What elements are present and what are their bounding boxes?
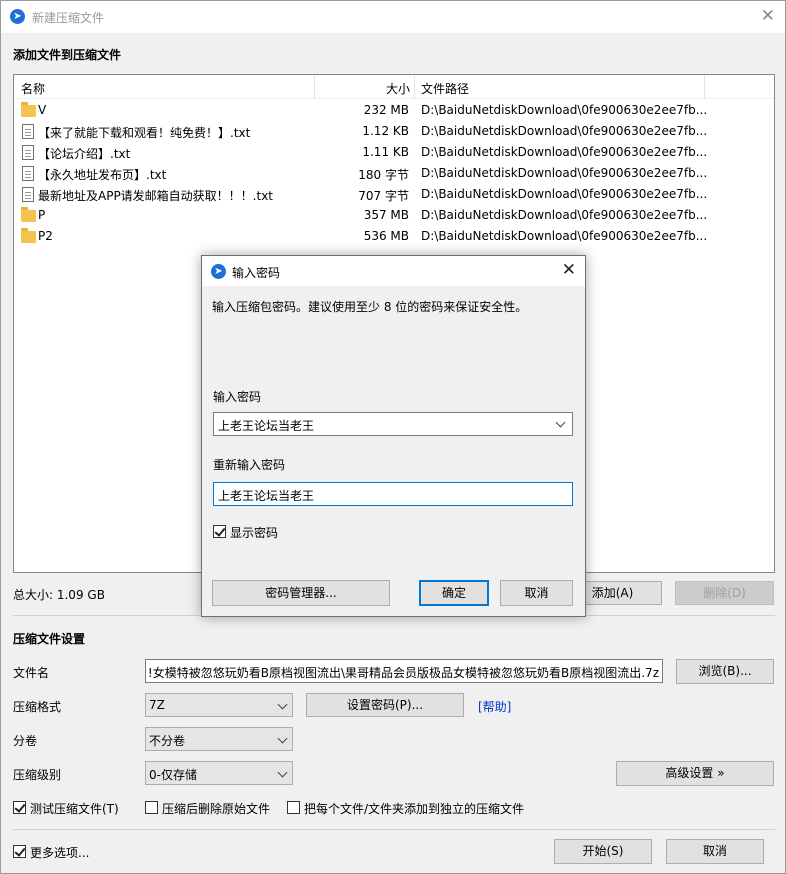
file-row[interactable]: P2 536 MB D:\BaiduNetdiskDownload\0fe90063… bbox=[14, 226, 774, 247]
file-name: P2 bbox=[38, 229, 53, 243]
test-archive-checkbox[interactable] bbox=[13, 801, 26, 814]
file-path: D:\BaiduNetdiskDownload\0fe900630e2ee7fb… bbox=[421, 208, 708, 222]
folder-icon bbox=[21, 207, 36, 222]
file-icon bbox=[22, 187, 34, 202]
app-icon: ➤ bbox=[10, 9, 25, 24]
total-size: 总大小: 1.09 GB bbox=[13, 588, 105, 602]
filename-label: 文件名 bbox=[13, 666, 50, 680]
window-title: 新建压缩文件 bbox=[32, 11, 105, 25]
app-icon: ➤ bbox=[211, 264, 226, 279]
file-row[interactable]: 【论坛介绍】.txt 1.11 KB D:\BaiduNetdiskDownload… bbox=[14, 142, 774, 163]
folder-icon bbox=[21, 102, 36, 117]
volume-select[interactable]: 不分卷 bbox=[145, 727, 293, 751]
file-path: D:\BaiduNetdiskDownload\0fe900630e2ee7fb… bbox=[421, 229, 708, 243]
browse-button[interactable]: 浏览(B)... bbox=[676, 659, 774, 684]
file-size: 357 MB bbox=[363, 208, 409, 222]
password-value: 上老王论坛当老王 bbox=[218, 419, 315, 433]
file-size: 707 字节 bbox=[358, 189, 409, 203]
file-icon bbox=[22, 166, 34, 181]
filename-input[interactable]: !女模特被忽悠玩奶看B原档视图流出\果哥精品会员版极品女模特被忽悠玩奶看B原档视… bbox=[145, 659, 663, 683]
file-name: V bbox=[38, 103, 47, 117]
file-size: 1.12 KB bbox=[362, 124, 409, 138]
show-password-checkbox[interactable] bbox=[213, 525, 226, 538]
volume-label: 分卷 bbox=[13, 734, 38, 748]
file-size: 232 MB bbox=[363, 103, 409, 117]
chevron-down-icon bbox=[277, 699, 288, 710]
close-icon[interactable]: ✕ bbox=[562, 260, 576, 280]
level-value: 0-仅存储 bbox=[149, 768, 197, 782]
advanced-settings-button[interactable]: 高级设置 » bbox=[616, 761, 774, 786]
add-section-title: 添加文件到压缩文件 bbox=[13, 48, 122, 62]
test-archive-label[interactable]: 测试压缩文件(T) bbox=[30, 800, 119, 817]
delete-button[interactable]: 删除(D) bbox=[675, 581, 774, 605]
file-size: 536 MB bbox=[363, 229, 409, 243]
file-name: 【论坛介绍】.txt bbox=[38, 147, 131, 161]
title-bar: ➤ 新建压缩文件 ✕ bbox=[1, 1, 785, 33]
file-icon bbox=[22, 124, 34, 139]
file-row[interactable]: 【永久地址发布页】.txt 180 字节 D:\BaiduNetdiskDownlo… bbox=[14, 163, 774, 184]
folder-icon bbox=[21, 228, 36, 243]
close-icon[interactable]: ✕ bbox=[761, 6, 775, 26]
file-size: 1.11 KB bbox=[362, 145, 409, 159]
reenter-password-input[interactable]: 上老王论坛当老王 bbox=[213, 482, 573, 506]
volume-value: 不分卷 bbox=[149, 734, 186, 748]
file-size: 180 字节 bbox=[358, 168, 409, 182]
file-name: 最新地址及APP请发邮箱自动获取！！！.txt bbox=[38, 189, 274, 203]
dialog-body: 输入密码 上老王论坛当老王 重新输入密码 上老王论坛当老王 显示密码 密码管理器… bbox=[202, 374, 585, 616]
column-header-name[interactable]: 名称 bbox=[21, 80, 45, 97]
level-select[interactable]: 0-仅存储 bbox=[145, 761, 293, 785]
file-icon bbox=[22, 145, 34, 160]
format-value: 7Z bbox=[149, 698, 165, 712]
level-label: 压缩级别 bbox=[13, 768, 62, 782]
password-combo[interactable]: 上老王论坛当老王 bbox=[213, 412, 573, 436]
file-name: 【来了就能下载和观看！纯免费！】.txt bbox=[38, 126, 251, 140]
format-label: 压缩格式 bbox=[13, 700, 62, 714]
more-options-checkbox[interactable] bbox=[13, 845, 26, 858]
chevron-down-icon[interactable] bbox=[555, 417, 566, 428]
column-header-path[interactable]: 文件路径 bbox=[421, 80, 469, 97]
file-path: D:\BaiduNetdiskDownload\0fe900630e2ee7fb… bbox=[421, 145, 708, 159]
file-path: D:\BaiduNetdiskDownload\0fe900630e2ee7fb… bbox=[421, 103, 708, 117]
format-select[interactable]: 7Z bbox=[145, 693, 293, 717]
password-manager-button[interactable]: 密码管理器... bbox=[212, 580, 390, 606]
file-row[interactable]: 最新地址及APP请发邮箱自动获取！！！.txt 707 字节 D:\BaiduNet… bbox=[14, 184, 774, 205]
password-dialog: ➤ 输入密码 ✕ 输入压缩包密码。建议使用至少 8 位的密码来保证安全性。 输入… bbox=[201, 255, 586, 617]
delete-after-checkbox[interactable] bbox=[145, 801, 158, 814]
file-path: D:\BaiduNetdiskDownload\0fe900630e2ee7fb… bbox=[421, 166, 708, 180]
separate-archives-label[interactable]: 把每个文件/文件夹添加到独立的压缩文件 bbox=[304, 800, 524, 817]
reenter-password-value: 上老王论坛当老王 bbox=[218, 489, 315, 503]
start-button[interactable]: 开始(S) bbox=[554, 839, 652, 864]
file-row[interactable]: P 357 MB D:\BaiduNetdiskDownload\0fe900630… bbox=[14, 205, 774, 226]
file-name: 【永久地址发布页】.txt bbox=[38, 168, 167, 182]
file-row[interactable]: V 232 MB D:\BaiduNetdiskDownload\0fe900630… bbox=[14, 100, 774, 121]
more-options-label[interactable]: 更多选项... bbox=[30, 844, 89, 861]
cancel-button[interactable]: 取消 bbox=[666, 839, 764, 864]
divider bbox=[13, 829, 775, 830]
reenter-password-label: 重新输入密码 bbox=[213, 458, 286, 472]
file-path: D:\BaiduNetdiskDownload\0fe900630e2ee7fb… bbox=[421, 124, 708, 138]
password-label: 输入密码 bbox=[213, 390, 262, 404]
file-list-header: 名称 大小 文件路径 bbox=[14, 75, 774, 99]
chevron-down-icon bbox=[277, 767, 288, 778]
dialog-cancel-button[interactable]: 取消 bbox=[500, 580, 573, 606]
ok-button[interactable]: 确定 bbox=[419, 580, 489, 606]
show-password-label[interactable]: 显示密码 bbox=[230, 524, 278, 541]
chevron-down-icon bbox=[277, 733, 288, 744]
dialog-title-bar: ➤ 输入密码 ✕ bbox=[202, 256, 585, 286]
separate-archives-checkbox[interactable] bbox=[287, 801, 300, 814]
column-header-size[interactable]: 大小 bbox=[386, 80, 410, 97]
filename-value: !女模特被忽悠玩奶看B原档视图流出\果哥精品会员版极品女模特被忽悠玩奶看B原档视… bbox=[147, 666, 659, 680]
dialog-description-area: 输入压缩包密码。建议使用至少 8 位的密码来保证安全性。 bbox=[202, 286, 585, 374]
settings-title: 压缩文件设置 bbox=[13, 632, 86, 646]
set-password-button[interactable]: 设置密码(P)... bbox=[306, 693, 464, 717]
dialog-title: 输入密码 bbox=[232, 266, 281, 280]
dialog-description: 输入压缩包密码。建议使用至少 8 位的密码来保证安全性。 bbox=[212, 300, 528, 314]
delete-after-label[interactable]: 压缩后删除原始文件 bbox=[162, 800, 270, 817]
file-row[interactable]: 【来了就能下载和观看！纯免费！】.txt 1.12 KB D:\BaiduNetdi… bbox=[14, 121, 774, 142]
help-link[interactable]: [帮助] bbox=[478, 698, 511, 715]
file-name: P bbox=[38, 208, 46, 222]
file-path: D:\BaiduNetdiskDownload\0fe900630e2ee7fb… bbox=[421, 187, 708, 201]
